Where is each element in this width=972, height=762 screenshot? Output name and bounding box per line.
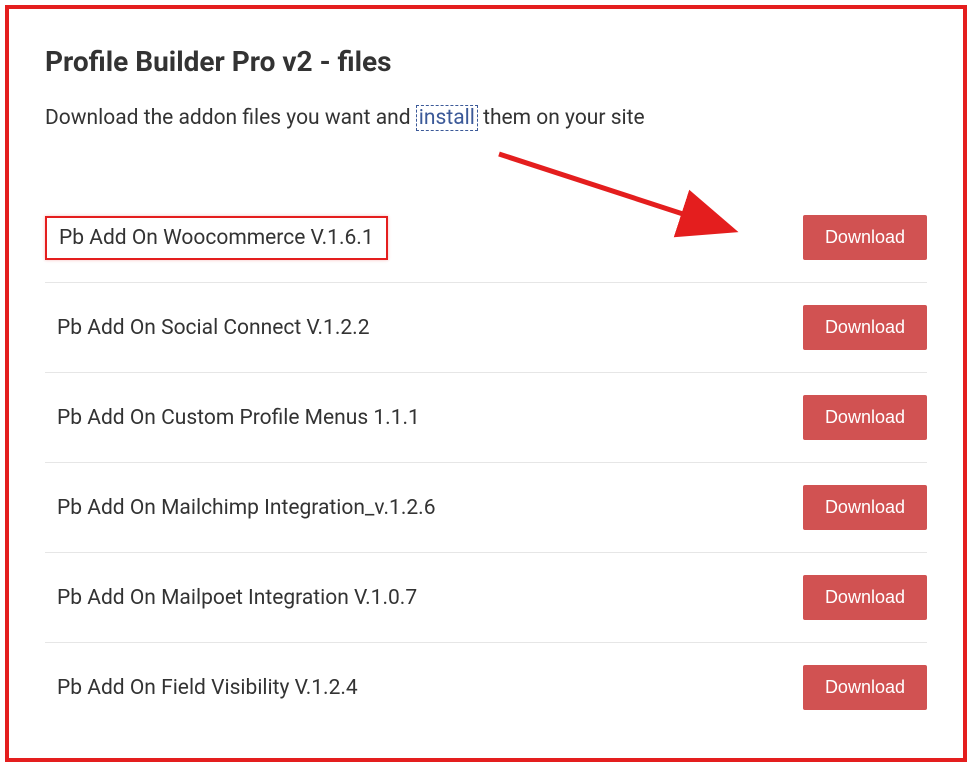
description-text: Download the addon files you want and in… — [45, 104, 927, 133]
download-button[interactable]: Download — [803, 215, 927, 260]
addon-name-highlighted: Pb Add On Woocommerce V.1.6.1 — [45, 216, 388, 260]
addon-row: Pb Add On Mailchimp Integration_v.1.2.6 … — [45, 463, 927, 553]
addon-row: Pb Add On Custom Profile Menus 1.1.1 Dow… — [45, 373, 927, 463]
description-before: Download the addon files you want and — [45, 106, 416, 130]
download-button[interactable]: Download — [803, 575, 927, 620]
download-button[interactable]: Download — [803, 305, 927, 350]
addon-name: Pb Add On Mailpoet Integration V.1.0.7 — [45, 578, 429, 618]
addon-row: Pb Add On Woocommerce V.1.6.1 Download — [45, 193, 927, 283]
addon-name: Pb Add On Mailchimp Integration_v.1.2.6 — [45, 488, 448, 528]
download-button[interactable]: Download — [803, 665, 927, 710]
download-button[interactable]: Download — [803, 395, 927, 440]
download-button[interactable]: Download — [803, 485, 927, 530]
addon-name: Pb Add On Field Visibility V.1.2.4 — [45, 668, 370, 708]
addon-row: Pb Add On Mailpoet Integration V.1.0.7 D… — [45, 553, 927, 643]
addon-name: Pb Add On Social Connect V.1.2.2 — [45, 308, 382, 348]
addon-list: Pb Add On Woocommerce V.1.6.1 Download P… — [45, 193, 927, 732]
addon-row: Pb Add On Field Visibility V.1.2.4 Downl… — [45, 643, 927, 732]
annotation-frame: Profile Builder Pro v2 - files Download … — [5, 5, 967, 762]
description-after: them on your site — [478, 106, 645, 130]
addon-name: Pb Add On Custom Profile Menus 1.1.1 — [45, 398, 432, 438]
page-title: Profile Builder Pro v2 - files — [45, 45, 927, 78]
addon-row: Pb Add On Social Connect V.1.2.2 Downloa… — [45, 283, 927, 373]
install-link[interactable]: install — [416, 105, 478, 131]
